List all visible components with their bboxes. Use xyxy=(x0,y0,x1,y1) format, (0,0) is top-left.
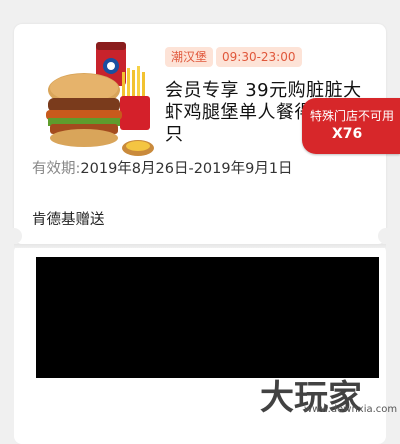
meal-image xyxy=(46,42,154,156)
validity-value: 2019年8月26日-2019年9月1日 xyxy=(80,161,293,177)
ticket-notch-left xyxy=(6,228,22,244)
watermark-url: www.downxia.com xyxy=(304,404,398,415)
ticket-notch-right xyxy=(378,228,394,244)
restriction-badge: 特殊门店不可用 X76 xyxy=(302,98,400,154)
category-tag: 潮汉堡 xyxy=(165,47,214,67)
divider xyxy=(14,244,386,248)
badge-count: X76 xyxy=(332,126,363,142)
time-tag: 09:30-23:00 xyxy=(216,47,302,67)
giver-text: 肯德基赠送 xyxy=(32,212,105,228)
redacted-code-area xyxy=(36,257,379,378)
validity: 有效期:2019年8月26日-2019年9月1日 xyxy=(32,160,332,179)
badge-restriction-text: 特殊门店不可用 xyxy=(310,109,395,123)
validity-label: 有效期: xyxy=(32,161,81,177)
